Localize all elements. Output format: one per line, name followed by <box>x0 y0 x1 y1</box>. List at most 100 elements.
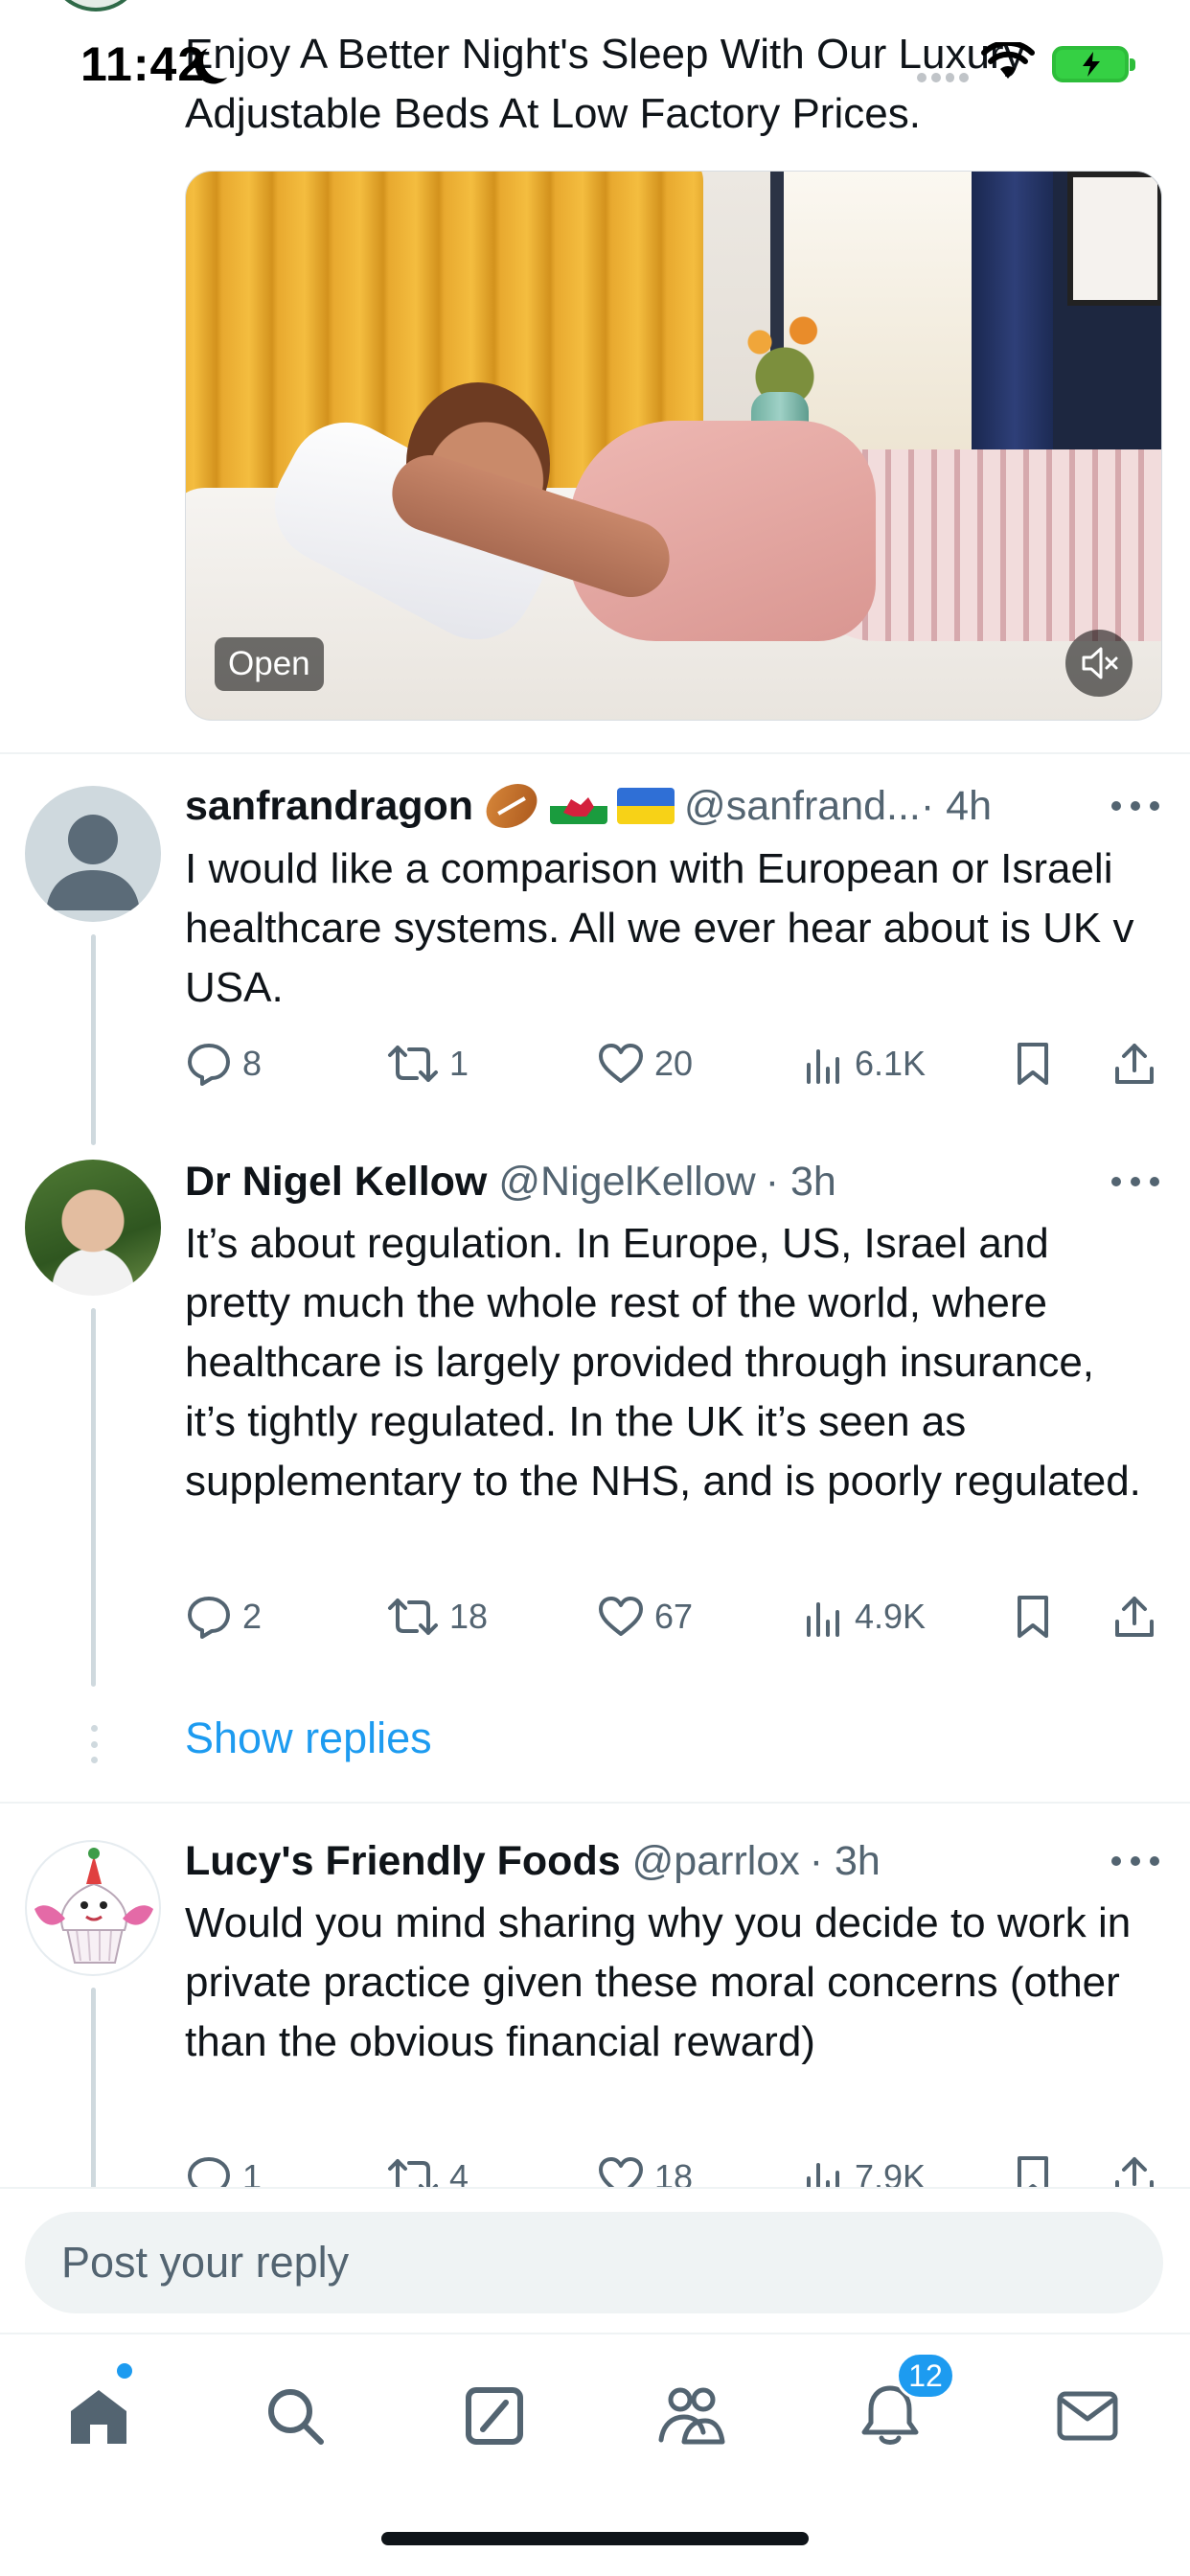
like-button[interactable]: 20 <box>597 1035 693 1092</box>
status-bar: 11:42 <box>0 0 1190 125</box>
tweet-text: I would like a comparison with European … <box>185 845 1134 1011</box>
tab-communities[interactable] <box>648 2373 734 2459</box>
author-name[interactable]: Dr Nigel Kellow <box>185 1159 487 1206</box>
signal-icon <box>917 73 969 82</box>
more-options-button[interactable] <box>1111 1177 1159 1188</box>
repost-button[interactable]: 4 <box>386 2149 469 2189</box>
tweet-header: Lucy's Friendly Foods @parrlox · 3h <box>185 1832 881 1890</box>
heart-icon <box>599 1044 643 1083</box>
tweet-actions: 8 1 20 6.1K <box>185 1035 1162 1092</box>
tab-messages[interactable] <box>1044 2373 1131 2459</box>
thread-line <box>91 1988 96 2189</box>
more-options-button[interactable] <box>1111 1856 1159 1868</box>
more-options-button[interactable] <box>1111 801 1159 813</box>
author-handle[interactable]: @sanfrand... <box>684 783 921 830</box>
views-button[interactable]: 6.1K <box>803 1035 926 1092</box>
reply-icon <box>188 1597 230 1639</box>
notifications-badge: 12 <box>896 2352 955 2400</box>
reply-composer <box>0 2187 1190 2331</box>
heart-icon <box>599 1597 643 1636</box>
share-icon <box>1115 1597 1154 1637</box>
reply-button[interactable]: 8 <box>185 1035 262 1092</box>
cupcake-logo-icon <box>34 1848 153 1964</box>
new-posts-indicator <box>117 2363 132 2379</box>
share-button[interactable] <box>1110 1588 1158 1645</box>
views-button[interactable]: 7.9K <box>803 2149 926 2189</box>
tweet-text: Would you mind sharing why you decide to… <box>185 1899 1132 2065</box>
repost-icon <box>388 1598 438 1635</box>
bookmark-button[interactable] <box>1011 1035 1055 1092</box>
mute-button[interactable] <box>1065 630 1133 697</box>
battery-icon <box>1052 46 1135 82</box>
like-count: 67 <box>654 1597 694 1636</box>
tweet-header: sanfrandragon @sanfrand... · 4h <box>185 774 992 838</box>
open-button[interactable]: Open <box>215 637 324 691</box>
share-icon <box>1115 1044 1154 1084</box>
repost-count: 4 <box>449 2157 469 2189</box>
views-icon <box>807 2163 839 2189</box>
home-icon <box>71 2390 126 2444</box>
ad-video[interactable]: Open <box>185 171 1162 721</box>
reply-count: 8 <box>242 1044 263 1083</box>
reply-3-container: Lucy's Friendly Foods @parrlox · 3h Woul… <box>0 1804 1190 2189</box>
bookmark-icon <box>1018 1596 1048 1638</box>
share-button[interactable] <box>1110 2149 1158 2189</box>
status-time: 11:42 <box>80 37 206 91</box>
bookmark-button[interactable] <box>1011 1588 1055 1645</box>
views-button[interactable]: 4.9K <box>803 1588 926 1645</box>
mail-icon <box>1057 2391 1118 2441</box>
tab-search[interactable] <box>252 2373 338 2459</box>
author-name[interactable]: sanfrandragon <box>185 783 473 830</box>
communities-icon <box>658 2387 725 2445</box>
bookmark-button[interactable] <box>1011 2149 1055 2189</box>
reply-count: 2 <box>242 1597 263 1636</box>
like-button[interactable]: 67 <box>597 1588 693 1645</box>
author-handle[interactable]: @parrlox <box>632 1838 800 1885</box>
like-count: 20 <box>654 1044 694 1083</box>
rugby-ball-icon <box>478 774 545 838</box>
views-icon <box>807 1602 839 1637</box>
thread-continuation-dots <box>89 1725 99 1763</box>
tweet-time[interactable]: · 3h <box>766 1159 836 1206</box>
tweet-time[interactable]: · 3h <box>810 1838 881 1885</box>
tweet-actions: 2 18 67 4.9K <box>185 1588 1162 1645</box>
avatar-lucys-friendly-foods[interactable] <box>25 1840 161 1976</box>
repost-count: 18 <box>449 1597 489 1636</box>
share-button[interactable] <box>1110 1035 1158 1092</box>
tab-grok[interactable] <box>451 2373 538 2459</box>
wales-flag-icon <box>550 788 608 824</box>
tweet-time[interactable]: · 4h <box>921 783 992 830</box>
search-icon <box>268 2389 324 2445</box>
muted-speaker-icon <box>1082 647 1118 679</box>
tweet-text: It’s about regulation. In Europe, US, Is… <box>185 1220 1141 1505</box>
reply-button[interactable]: 2 <box>185 1588 262 1645</box>
thread-line <box>91 934 96 1145</box>
bookmark-icon <box>1018 1043 1048 1085</box>
avatar-sanfrandragon[interactable] <box>25 786 161 922</box>
repost-icon <box>388 1046 438 1082</box>
default-avatar-icon <box>46 815 140 910</box>
reply-input[interactable] <box>25 2212 1163 2313</box>
show-replies-link[interactable]: Show replies <box>185 1714 432 1763</box>
tweet-actions: 1 4 18 7.9K <box>185 2149 1162 2189</box>
reply-icon <box>188 2157 230 2189</box>
focus-moon-icon <box>200 39 242 81</box>
tweet-header: Dr Nigel Kellow @NigelKellow · 3h <box>185 1153 836 1210</box>
tab-home[interactable] <box>56 2373 142 2459</box>
reply-button[interactable]: 1 <box>185 2149 262 2189</box>
reply-count: 1 <box>242 2157 263 2189</box>
divider <box>0 752 1190 754</box>
repost-button[interactable]: 1 <box>386 1035 469 1092</box>
avatar-nigel-kellow[interactable] <box>25 1160 161 1296</box>
author-handle[interactable]: @NigelKellow <box>498 1159 755 1206</box>
views-count: 6.1K <box>855 1044 927 1083</box>
repost-button[interactable]: 18 <box>386 1588 488 1645</box>
repost-icon <box>388 2159 438 2189</box>
wifi-icon <box>981 42 1035 79</box>
author-name[interactable]: Lucy's Friendly Foods <box>185 1838 621 1885</box>
like-button[interactable]: 18 <box>597 2149 693 2189</box>
like-count: 18 <box>654 2157 694 2189</box>
views-count: 4.9K <box>855 1597 927 1636</box>
repost-count: 1 <box>449 1044 469 1083</box>
views-icon <box>807 1049 839 1084</box>
